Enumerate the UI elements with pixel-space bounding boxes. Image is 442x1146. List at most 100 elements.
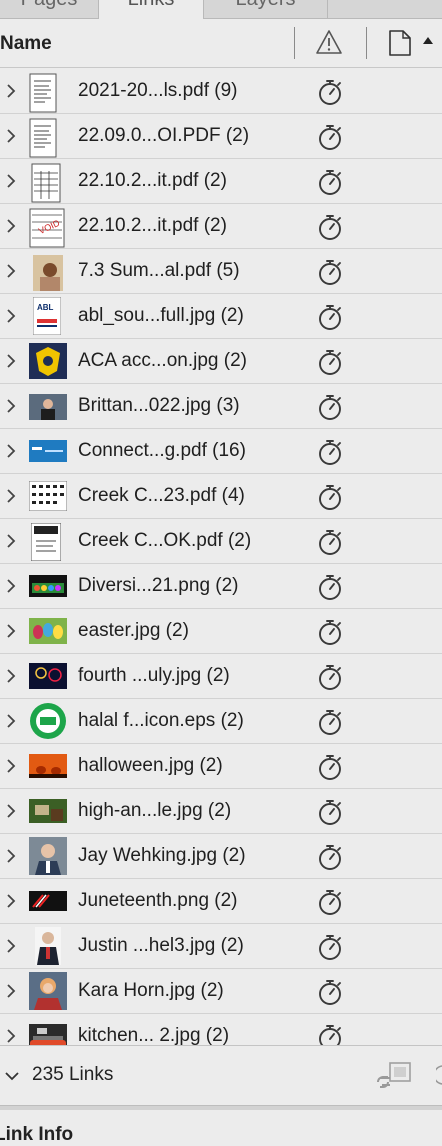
sort-ascending-icon[interactable] [422,35,434,45]
name-column-header[interactable]: Name [0,33,52,55]
link-row[interactable]: Jay Wehking.jpg (2) [0,834,442,879]
chevron-right-icon[interactable] [6,713,16,729]
stopwatch-icon[interactable] [317,213,343,241]
chevron-right-icon[interactable] [6,353,16,369]
link-row[interactable]: high-an...le.jpg (2) [0,789,442,834]
link-row[interactable]: fourth ...uly.jpg (2) [0,654,442,699]
link-name[interactable]: 2021-20...ls.pdf (9) [78,80,237,102]
link-name[interactable]: halal f...icon.eps (2) [78,710,244,732]
link-row[interactable]: ABL abl_sou...full.jpg (2) [0,294,442,339]
chevron-right-icon[interactable] [6,623,16,639]
link-row[interactable]: VOID 22.10.2...it.pdf (2) [0,204,442,249]
stopwatch-icon[interactable] [317,933,343,961]
relink-icon[interactable] [374,1060,414,1088]
link-row[interactable]: Creek C...OK.pdf (2) [0,519,442,564]
link-name[interactable]: Jay Wehking.jpg (2) [78,845,246,867]
link-name[interactable]: Connect...g.pdf (16) [78,440,246,462]
link-row[interactable]: 7.3 Sum...al.pdf (5) [0,249,442,294]
link-row[interactable]: halal f...icon.eps (2) [0,699,442,744]
chevron-right-icon[interactable] [6,848,16,864]
link-name[interactable]: Diversi...21.png (2) [78,575,239,597]
stopwatch-icon[interactable] [317,303,343,331]
link-name[interactable]: halloween.jpg (2) [78,755,223,777]
link-row[interactable]: easter.jpg (2) [0,609,442,654]
link-row[interactable]: Creek C...23.pdf (4) [0,474,442,519]
page-icon[interactable] [388,29,412,57]
stopwatch-icon[interactable] [317,663,343,691]
chevron-right-icon[interactable] [6,983,16,999]
tab-links[interactable]: Links [98,0,204,19]
stopwatch-icon[interactable] [317,753,343,781]
link-name[interactable]: 7.3 Sum...al.pdf (5) [78,260,240,282]
link-row[interactable]: 22.09.0...OI.PDF (2) [0,114,442,159]
link-name[interactable]: Kara Horn.jpg (2) [78,980,224,1002]
chevron-down-icon[interactable] [4,1070,20,1082]
stopwatch-icon[interactable] [317,573,343,601]
chevron-right-icon[interactable] [6,218,16,234]
stopwatch-icon[interactable] [317,483,343,511]
column-divider[interactable] [366,27,367,59]
chevron-right-icon[interactable] [6,758,16,774]
link-name[interactable]: Brittan...022.jpg (3) [78,395,240,417]
stopwatch-icon[interactable] [317,78,343,106]
link-name[interactable]: ACA acc...on.jpg (2) [78,350,247,372]
link-thumbnail [29,799,67,823]
link-name[interactable]: fourth ...uly.jpg (2) [78,665,230,687]
link-row[interactable]: Juneteenth.png (2) [0,879,442,924]
links-list: 2021-20...ls.pdf (9) 22.09.0...OI.PDF (2)… [0,69,442,1059]
link-name[interactable]: high-an...le.jpg (2) [78,800,231,822]
link-name[interactable]: 22.10.2...it.pdf (2) [78,170,227,192]
warning-icon[interactable] [315,29,343,55]
chevron-right-icon[interactable] [6,83,16,99]
chevron-right-icon[interactable] [6,803,16,819]
stopwatch-icon[interactable] [317,258,343,286]
stopwatch-icon[interactable] [317,843,343,871]
stopwatch-icon[interactable] [317,123,343,151]
link-name[interactable]: 22.09.0...OI.PDF (2) [78,125,249,147]
tab-layers[interactable]: Layers [204,0,328,18]
link-row[interactable]: Justin ...hel3.jpg (2) [0,924,442,969]
link-row[interactable]: 22.10.2...it.pdf (2) [0,159,442,204]
link-name[interactable]: abl_sou...full.jpg (2) [78,305,244,327]
stopwatch-icon[interactable] [317,798,343,826]
chevron-right-icon[interactable] [6,533,16,549]
tab-pages[interactable]: Pages [0,0,98,18]
link-name[interactable]: 22.10.2...it.pdf (2) [78,215,227,237]
link-row[interactable]: Brittan...022.jpg (3) [0,384,442,429]
chevron-right-icon[interactable] [6,893,16,909]
link-row[interactable]: Kara Horn.jpg (2) [0,969,442,1014]
link-thumbnail [30,703,66,739]
link-name[interactable]: Creek C...23.pdf (4) [78,485,245,507]
link-thumbnail [29,972,67,1010]
chevron-right-icon[interactable] [6,938,16,954]
link-row[interactable]: halloween.jpg (2) [0,744,442,789]
column-divider[interactable] [294,27,295,59]
chevron-right-icon[interactable] [6,668,16,684]
link-row[interactable]: Diversi...21.png (2) [0,564,442,609]
chevron-right-icon[interactable] [6,578,16,594]
stopwatch-icon[interactable] [317,978,343,1006]
stopwatch-icon[interactable] [317,888,343,916]
stopwatch-icon[interactable] [317,438,343,466]
stopwatch-icon[interactable] [317,168,343,196]
chevron-right-icon[interactable] [6,308,16,324]
link-row[interactable]: 2021-20...ls.pdf (9) [0,69,442,114]
link-name[interactable]: Creek C...OK.pdf (2) [78,530,251,552]
link-row[interactable]: Connect...g.pdf (16) [0,429,442,474]
link-row[interactable]: ACA acc...on.jpg (2) [0,339,442,384]
stopwatch-icon[interactable] [317,618,343,646]
stopwatch-icon[interactable] [317,708,343,736]
link-name[interactable]: easter.jpg (2) [78,620,189,642]
chevron-right-icon[interactable] [6,128,16,144]
chevron-right-icon[interactable] [6,173,16,189]
link-name[interactable]: Justin ...hel3.jpg (2) [78,935,244,957]
chevron-right-icon[interactable] [6,488,16,504]
chevron-right-icon[interactable] [6,398,16,414]
link-name[interactable]: Juneteenth.png (2) [78,890,238,912]
stopwatch-icon[interactable] [317,528,343,556]
link-info-title[interactable]: Link Info [0,1124,73,1146]
stopwatch-icon[interactable] [317,348,343,376]
chevron-right-icon[interactable] [6,263,16,279]
chevron-right-icon[interactable] [6,443,16,459]
stopwatch-icon[interactable] [317,393,343,421]
